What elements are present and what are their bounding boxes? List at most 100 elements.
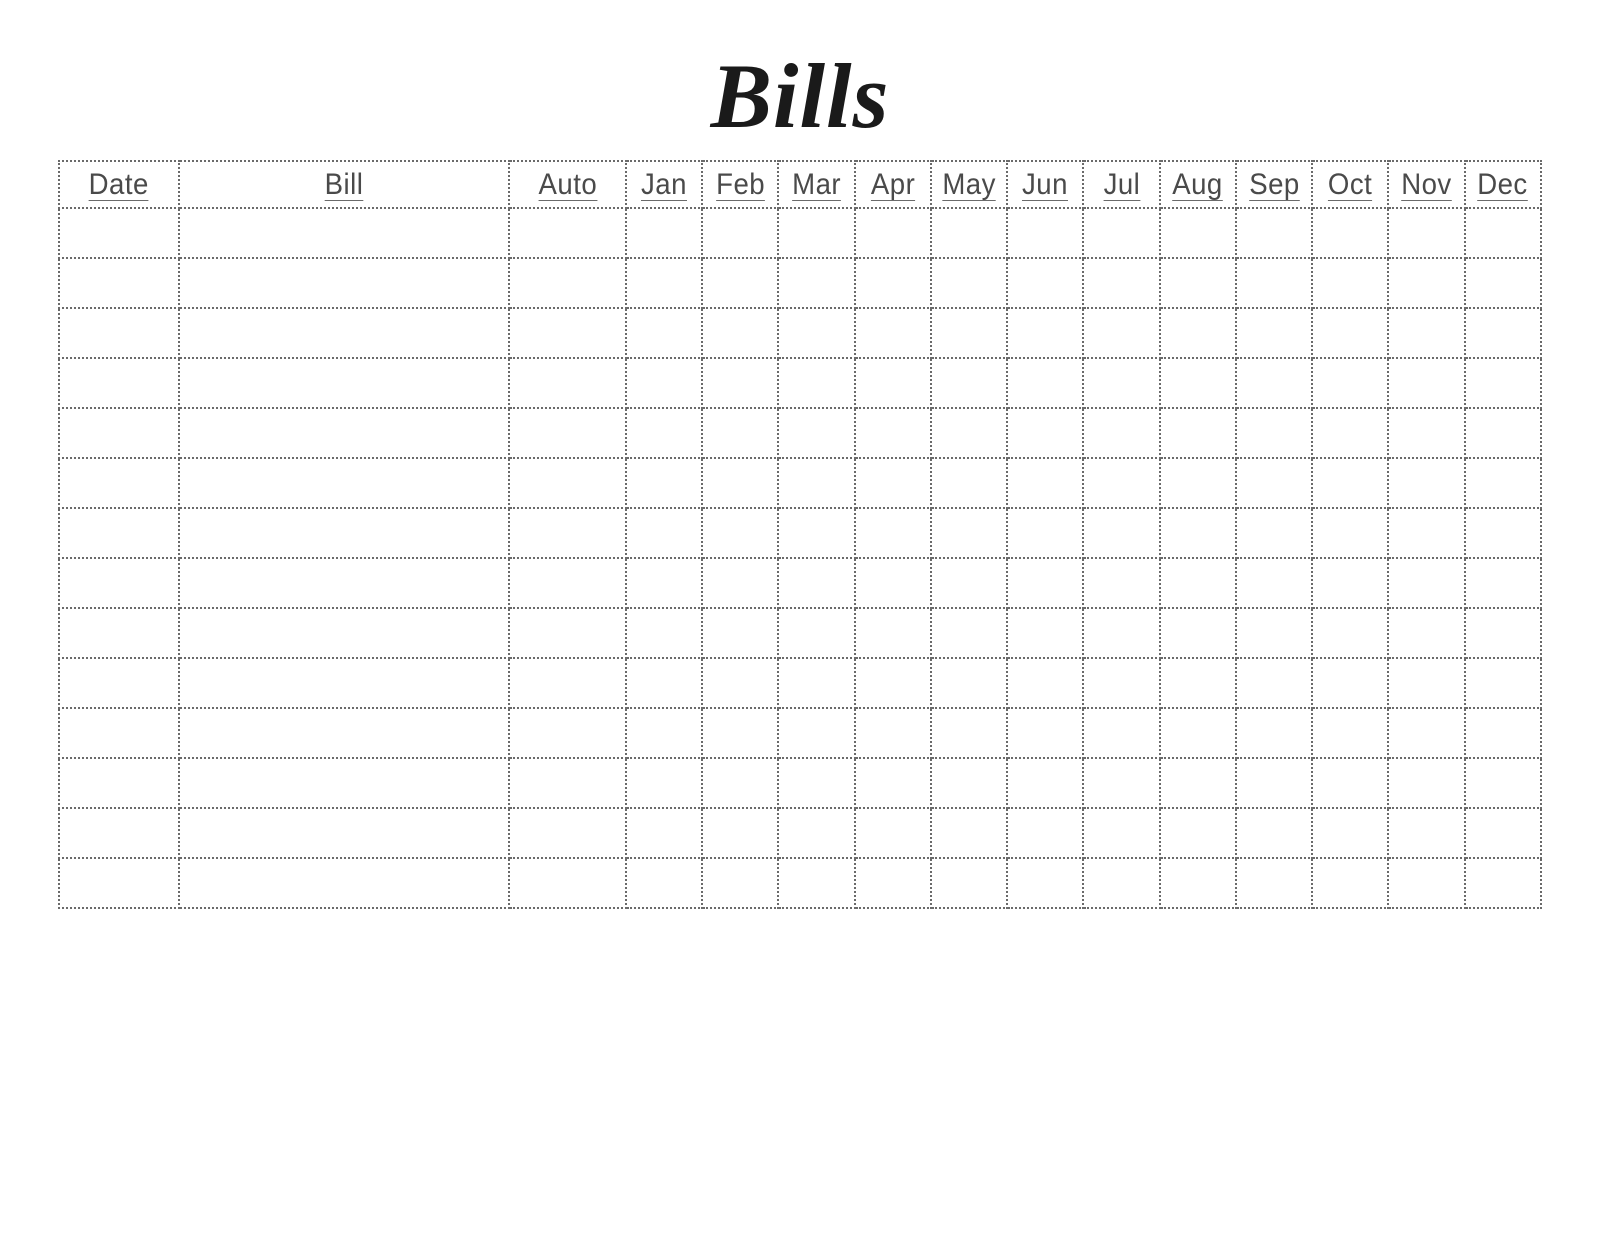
table-cell[interactable]: [59, 558, 179, 608]
table-cell[interactable]: [778, 508, 854, 558]
table-cell[interactable]: [179, 508, 509, 558]
table-cell[interactable]: [509, 258, 626, 308]
table-cell[interactable]: [179, 558, 509, 608]
table-cell[interactable]: [1312, 458, 1388, 508]
table-cell[interactable]: [1312, 508, 1388, 558]
table-cell[interactable]: [1465, 308, 1541, 358]
table-cell[interactable]: [1312, 708, 1388, 758]
table-cell[interactable]: [702, 658, 778, 708]
table-cell[interactable]: [855, 558, 931, 608]
table-cell[interactable]: [778, 458, 854, 508]
table-cell[interactable]: [509, 858, 626, 908]
table-cell[interactable]: [855, 858, 931, 908]
table-cell[interactable]: [1236, 558, 1312, 608]
table-cell[interactable]: [59, 458, 179, 508]
table-cell[interactable]: [1236, 658, 1312, 708]
table-cell[interactable]: [1312, 608, 1388, 658]
table-cell[interactable]: [509, 608, 626, 658]
table-cell[interactable]: [702, 258, 778, 308]
table-cell[interactable]: [59, 358, 179, 408]
table-cell[interactable]: [702, 408, 778, 458]
table-cell[interactable]: [509, 708, 626, 758]
table-cell[interactable]: [509, 658, 626, 708]
table-cell[interactable]: [1465, 608, 1541, 658]
table-cell[interactable]: [855, 408, 931, 458]
table-cell[interactable]: [1465, 858, 1541, 908]
table-cell[interactable]: [1083, 358, 1159, 408]
table-cell[interactable]: [778, 858, 854, 908]
table-cell[interactable]: [1312, 258, 1388, 308]
table-cell[interactable]: [855, 308, 931, 358]
table-cell[interactable]: [626, 358, 702, 408]
table-cell[interactable]: [778, 358, 854, 408]
table-cell[interactable]: [59, 808, 179, 858]
table-cell[interactable]: [1083, 708, 1159, 758]
table-cell[interactable]: [1388, 308, 1464, 358]
table-cell[interactable]: [179, 608, 509, 658]
table-cell[interactable]: [1236, 608, 1312, 658]
table-cell[interactable]: [1083, 608, 1159, 658]
table-cell[interactable]: [778, 208, 854, 258]
table-cell[interactable]: [931, 408, 1007, 458]
table-cell[interactable]: [931, 858, 1007, 908]
table-cell[interactable]: [1160, 658, 1236, 708]
table-cell[interactable]: [931, 558, 1007, 608]
table-cell[interactable]: [1312, 658, 1388, 708]
table-cell[interactable]: [626, 708, 702, 758]
table-cell[interactable]: [1465, 508, 1541, 558]
table-cell[interactable]: [1236, 308, 1312, 358]
table-cell[interactable]: [1312, 358, 1388, 408]
table-cell[interactable]: [509, 208, 626, 258]
table-cell[interactable]: [59, 408, 179, 458]
table-cell[interactable]: [1160, 408, 1236, 458]
table-cell[interactable]: [626, 408, 702, 458]
table-cell[interactable]: [1007, 858, 1083, 908]
table-cell[interactable]: [626, 458, 702, 508]
table-cell[interactable]: [1007, 408, 1083, 458]
table-cell[interactable]: [1083, 558, 1159, 608]
table-cell[interactable]: [1236, 508, 1312, 558]
table-cell[interactable]: [778, 558, 854, 608]
table-cell[interactable]: [509, 408, 626, 458]
table-cell[interactable]: [931, 458, 1007, 508]
table-cell[interactable]: [778, 258, 854, 308]
table-cell[interactable]: [1236, 858, 1312, 908]
table-cell[interactable]: [1465, 458, 1541, 508]
table-cell[interactable]: [702, 208, 778, 258]
table-cell[interactable]: [702, 858, 778, 908]
table-cell[interactable]: [1312, 208, 1388, 258]
table-cell[interactable]: [179, 858, 509, 908]
table-cell[interactable]: [855, 208, 931, 258]
table-cell[interactable]: [1160, 258, 1236, 308]
table-cell[interactable]: [1083, 808, 1159, 858]
table-cell[interactable]: [778, 408, 854, 458]
table-cell[interactable]: [778, 308, 854, 358]
table-cell[interactable]: [1236, 758, 1312, 808]
table-cell[interactable]: [1465, 708, 1541, 758]
table-cell[interactable]: [1160, 608, 1236, 658]
table-cell[interactable]: [702, 558, 778, 608]
table-cell[interactable]: [59, 708, 179, 758]
table-cell[interactable]: [855, 608, 931, 658]
table-cell[interactable]: [1465, 558, 1541, 608]
table-cell[interactable]: [1160, 708, 1236, 758]
table-cell[interactable]: [1007, 208, 1083, 258]
table-cell[interactable]: [1388, 408, 1464, 458]
table-cell[interactable]: [179, 758, 509, 808]
table-cell[interactable]: [1465, 408, 1541, 458]
table-cell[interactable]: [1083, 208, 1159, 258]
table-cell[interactable]: [702, 508, 778, 558]
table-cell[interactable]: [702, 708, 778, 758]
table-cell[interactable]: [1083, 858, 1159, 908]
table-cell[interactable]: [509, 358, 626, 408]
table-cell[interactable]: [1388, 708, 1464, 758]
table-cell[interactable]: [1236, 708, 1312, 758]
table-cell[interactable]: [931, 608, 1007, 658]
table-cell[interactable]: [931, 508, 1007, 558]
table-cell[interactable]: [509, 308, 626, 358]
table-cell[interactable]: [931, 658, 1007, 708]
table-cell[interactable]: [1388, 358, 1464, 408]
table-cell[interactable]: [702, 308, 778, 358]
table-cell[interactable]: [626, 808, 702, 858]
table-cell[interactable]: [179, 358, 509, 408]
